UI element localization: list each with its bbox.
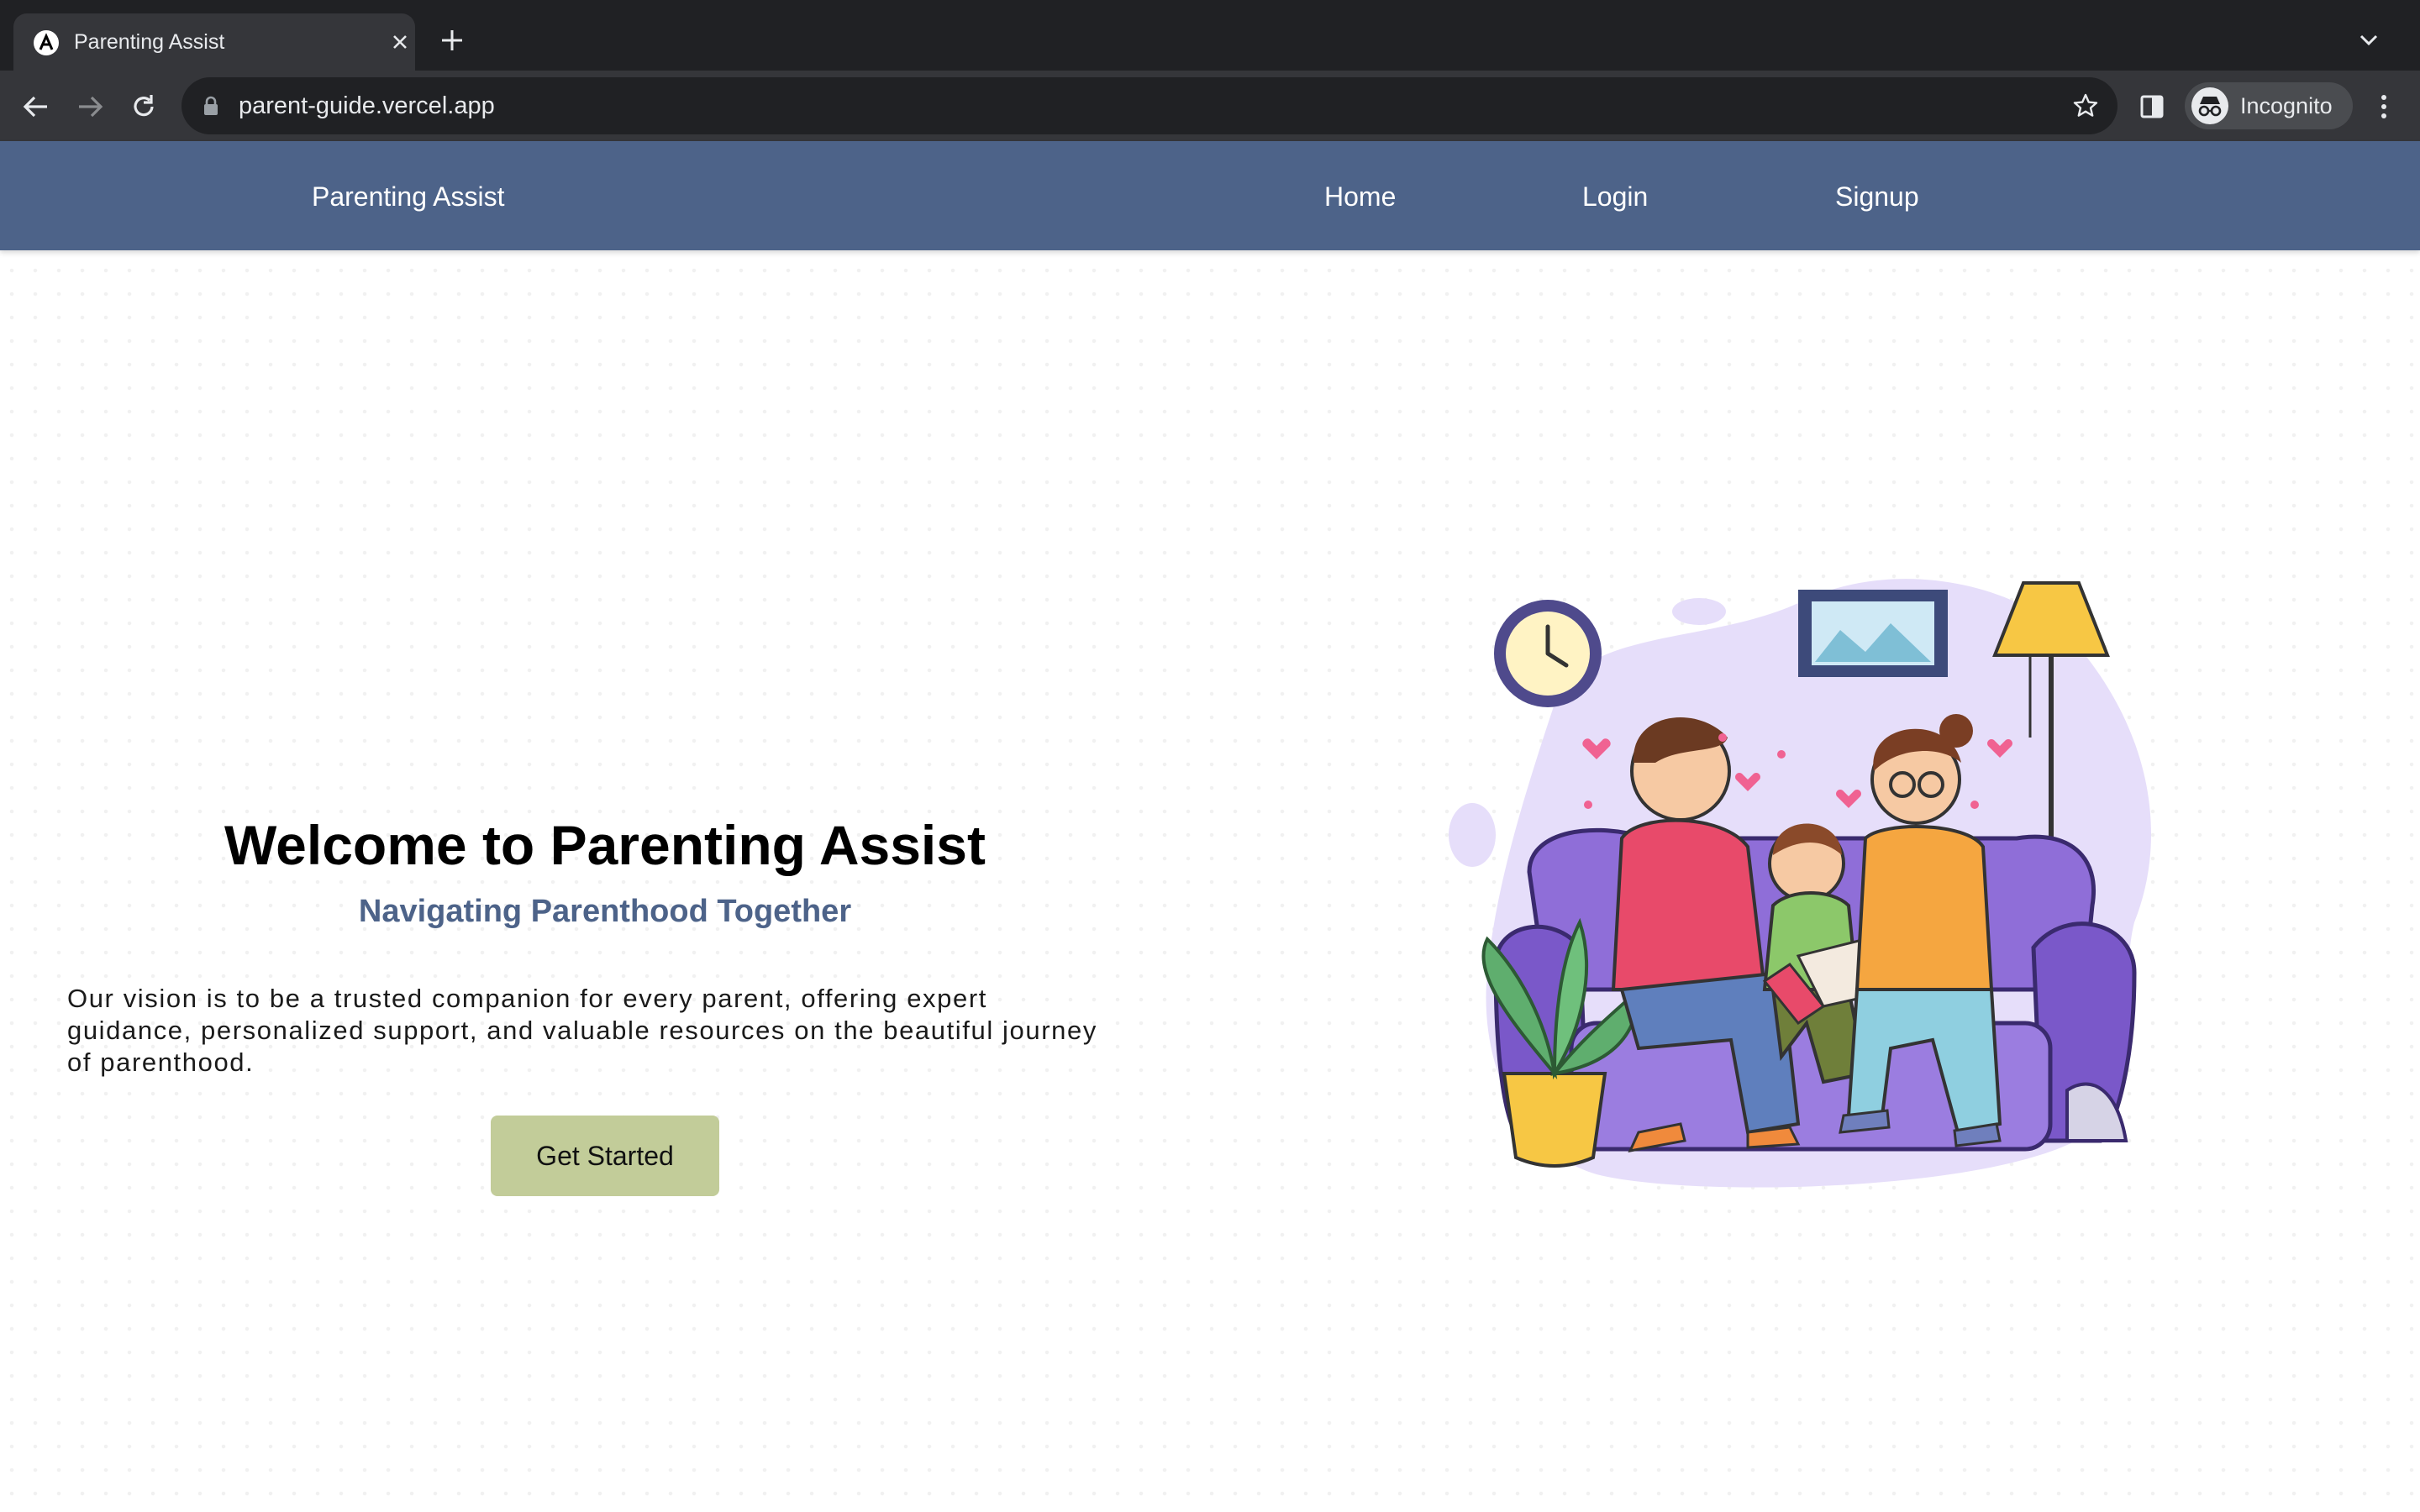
side-panel-icon[interactable] [2139,94,2165,119]
tab-title: Parenting Assist [74,30,225,54]
browser-toolbar: parent-guide.vercel.app Incognito [0,71,2420,141]
back-arrow-icon[interactable] [22,92,50,121]
family-illustration [1449,579,2151,1188]
nav-link-home[interactable]: Home [1324,180,1396,213]
app-favicon-icon [34,30,59,55]
incognito-profile-chip[interactable]: Incognito [2185,82,2353,129]
hero-description: Our vision is to be a trusted companion … [67,984,1097,1077]
nav-link-signup[interactable]: Signup [1835,180,1919,213]
profile-label: Incognito [2240,93,2333,118]
browser-tab[interactable]: Parenting Assist [13,13,415,71]
get-started-button[interactable]: Get Started [491,1116,719,1196]
hero-title: Welcome to Parenting Assist [224,814,986,876]
site-navbar: Parenting Assist Home Login Signup [0,141,2420,250]
nav-link-login[interactable]: Login [1582,180,1648,213]
lock-icon[interactable] [203,96,218,116]
brand-link[interactable]: Parenting Assist [312,180,504,213]
reload-icon[interactable] [129,92,158,121]
kebab-menu-icon[interactable] [2371,92,2396,121]
star-icon[interactable] [2072,92,2099,119]
url-text[interactable]: parent-guide.vercel.app [239,92,495,120]
forward-arrow-icon[interactable] [76,92,104,121]
close-icon[interactable] [390,32,410,52]
address-bar[interactable]: parent-guide.vercel.app [182,77,2118,134]
incognito-avatar [2191,87,2228,124]
chevron-down-icon[interactable] [2358,32,2380,49]
browser-tab-strip: Parenting Assist [0,0,2420,71]
hero-subtitle: Navigating Parenthood Together [358,894,852,929]
plus-icon[interactable] [440,29,464,52]
page-content: Parenting Assist Home Login Signup Welco… [0,141,2420,1512]
incognito-icon [2198,97,2222,117]
